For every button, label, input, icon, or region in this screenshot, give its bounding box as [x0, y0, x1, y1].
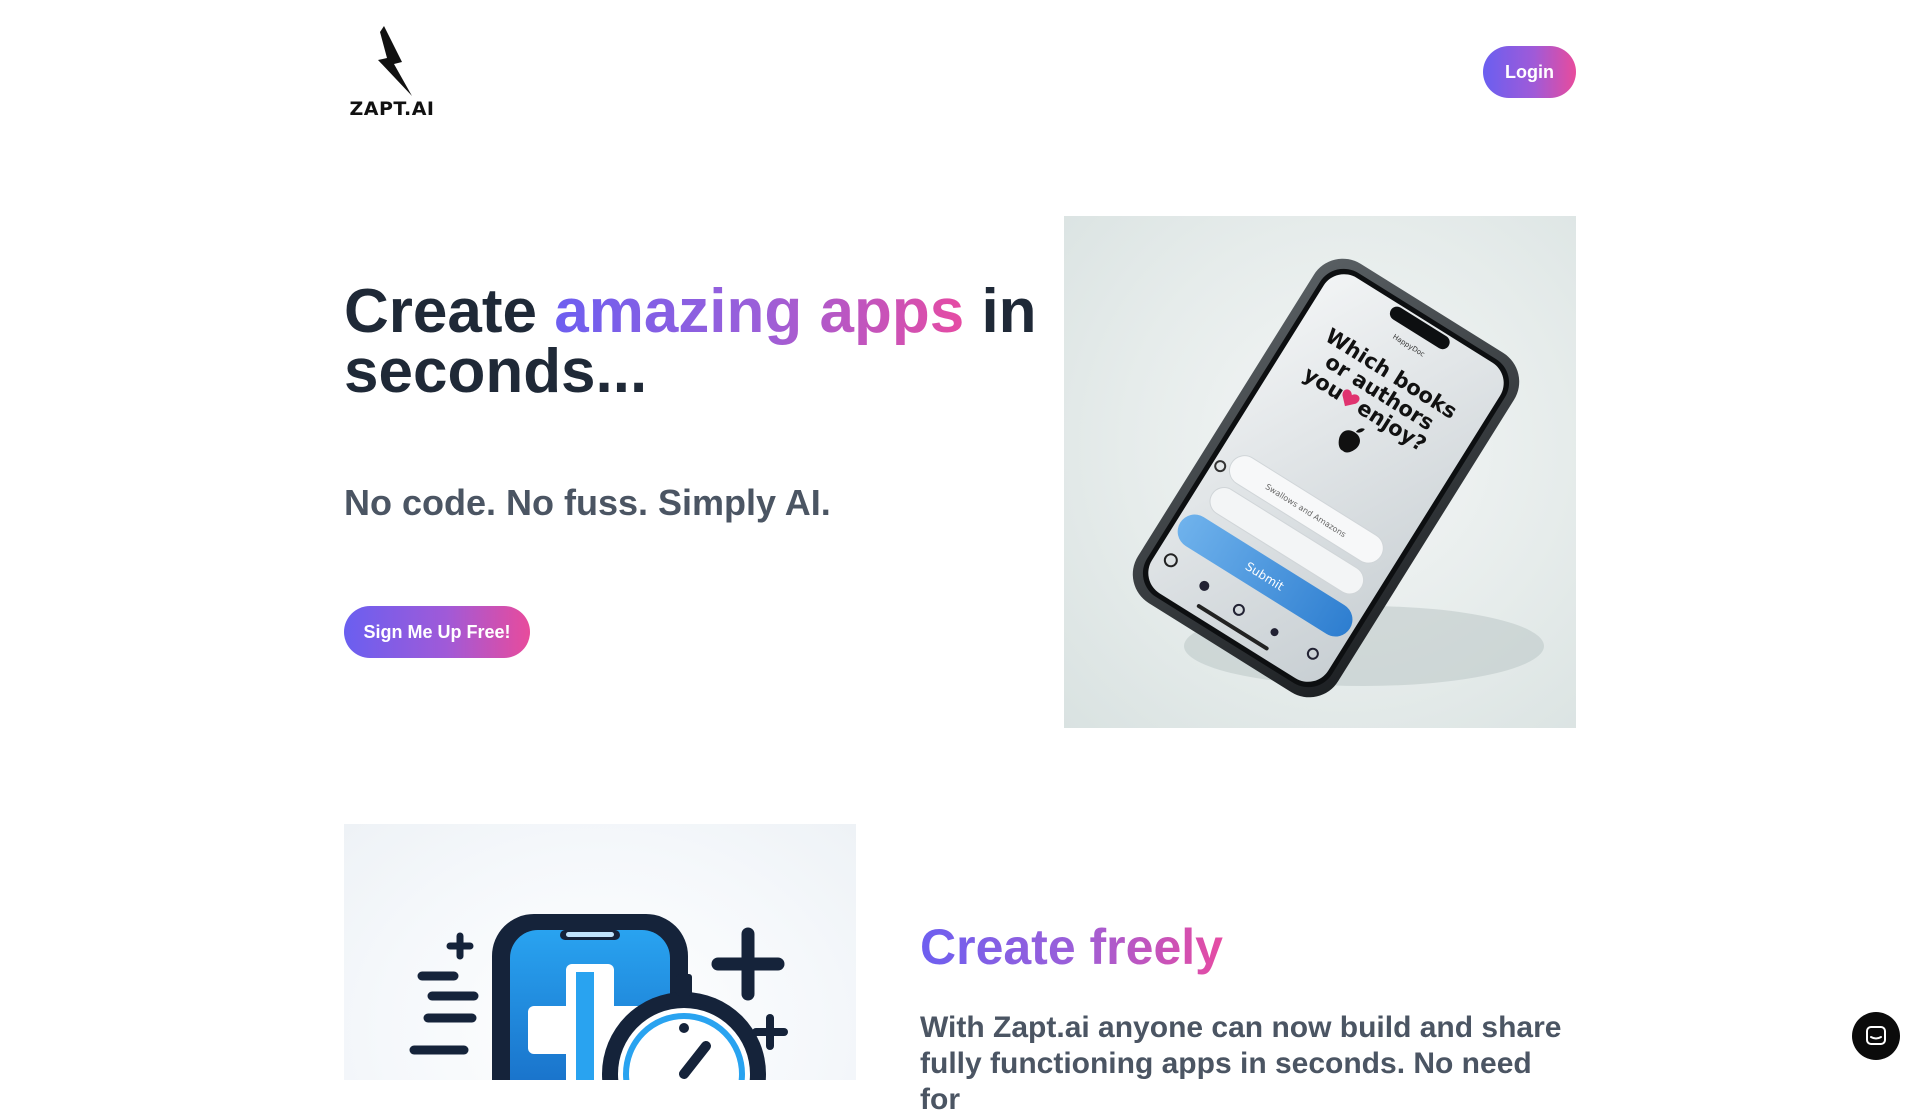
sign-up-button[interactable]: Sign Me Up Free! — [344, 606, 530, 658]
login-button[interactable]: Login — [1483, 46, 1576, 98]
small-plus-right-icon — [752, 1014, 788, 1050]
hero-title-part1: Create — [344, 277, 555, 346]
small-plus-icon — [446, 932, 474, 960]
hero-phone-illustration: HappyDoc Which books or authors you enjo… — [1064, 216, 1576, 728]
hero-title-highlight: amazing apps — [554, 277, 965, 346]
chat-launcher-button[interactable] — [1852, 1012, 1900, 1060]
logo-text: ZAPT.AI — [349, 98, 435, 120]
hero-title: Create amazing apps in seconds... — [344, 281, 1064, 403]
speed-lines-icon — [409, 971, 479, 1055]
lightning-bolt-icon — [378, 26, 412, 96]
feature-illustration — [344, 824, 856, 1080]
chat-bubble-icon — [1866, 1026, 1886, 1045]
feature-body: With Zapt.ai anyone can now build and sh… — [920, 1011, 1562, 1116]
hero-subtitle: No code. No fuss. Simply AI. — [344, 482, 831, 523]
zapt-logo[interactable]: ZAPT.AI — [344, 26, 440, 120]
feature-title: Create freely — [920, 919, 1223, 975]
large-plus-icon — [711, 927, 785, 1001]
